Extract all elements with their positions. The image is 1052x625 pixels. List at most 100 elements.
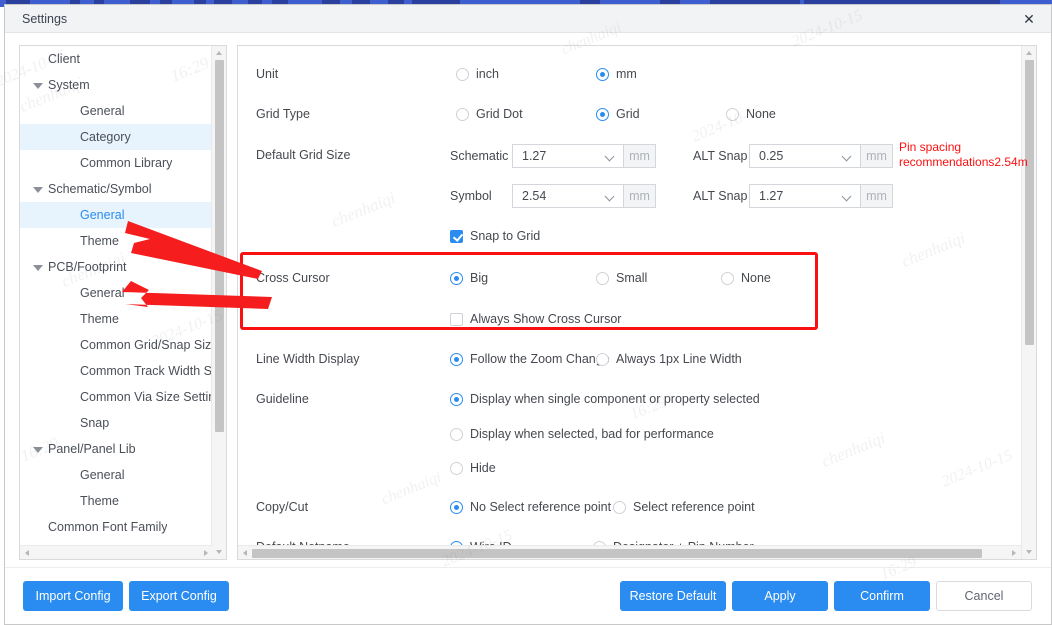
sidebar-item-common-track-width-settin[interactable]: Common Track Width Settin — [20, 358, 212, 384]
sidebar-item-panel-panel-lib[interactable]: Panel/Panel Lib — [20, 436, 212, 462]
radio-cross-cursor-none[interactable]: None — [721, 271, 771, 285]
checkbox-label: Snap to Grid — [470, 229, 541, 243]
sidebar-item-label: System — [48, 78, 90, 92]
scroll-right-icon[interactable] — [1007, 546, 1021, 559]
sidebar-vertical-scrollbar[interactable] — [211, 46, 226, 559]
radio-unit-inch[interactable]: inch — [456, 67, 499, 81]
checkbox-snap-to-grid[interactable]: Snap to Grid — [450, 229, 540, 243]
radio-dot-icon — [450, 392, 463, 406]
scrollbar-thumb[interactable] — [1025, 60, 1034, 345]
restore-default-button[interactable]: Restore Default — [620, 581, 726, 611]
sidebar-item-schematic-symbol[interactable]: Schematic/Symbol — [20, 176, 212, 202]
sidebar-item-label: Common Track Width Settin — [80, 364, 212, 378]
chevron-down-icon[interactable] — [32, 79, 45, 92]
sidebar-item-general[interactable]: General — [20, 462, 212, 488]
settings-dialog: Settings ✕ Client System General Category Co… — [4, 4, 1052, 625]
scroll-up-icon[interactable] — [212, 46, 226, 60]
copy-cut-label: Copy/Cut — [256, 500, 309, 514]
radio-line-width-always-1px[interactable]: Always 1px Line Width — [596, 352, 742, 366]
radio-grid-type-grid-dot[interactable]: Grid Dot — [456, 107, 523, 121]
content-horizontal-scrollbar[interactable] — [238, 545, 1021, 559]
line-width-display-label: Line Width Display — [256, 352, 360, 366]
unit-label: Unit — [256, 67, 279, 81]
sidebar-item-common-grid-snap-size-se[interactable]: Common Grid/Snap Size Se — [20, 332, 212, 358]
chevron-down-icon — [606, 153, 614, 161]
alt-snap-1-select[interactable]: 0.25 — [749, 144, 861, 168]
tree-list[interactable]: Client System General Category Common Librar… — [20, 46, 212, 559]
sidebar-item-general[interactable]: General — [20, 98, 212, 124]
sidebar-item-label: Snap — [80, 416, 110, 430]
radio-copy-cut-no-select-ref[interactable]: No Select reference point — [450, 500, 611, 514]
sidebar-item-general[interactable]: General — [20, 280, 212, 306]
scrollbar-thumb[interactable] — [252, 549, 982, 558]
export-config-button[interactable]: Export Config — [129, 581, 229, 611]
scroll-up-icon[interactable] — [1022, 46, 1036, 60]
radio-unit-mm[interactable]: mm — [596, 67, 637, 81]
sidebar-item-system[interactable]: System — [20, 72, 212, 98]
radio-dot-icon — [596, 352, 609, 366]
radio-dot-icon — [596, 107, 609, 121]
radio-grid-type-none[interactable]: None — [726, 107, 776, 121]
sidebar-item-label: Theme — [80, 312, 119, 326]
radio-label: Display when selected, bad for performan… — [470, 427, 714, 441]
scroll-down-icon[interactable] — [212, 545, 226, 559]
radio-label: None — [746, 107, 776, 121]
sidebar-item-label: PCB/Footprint — [48, 260, 127, 274]
checkbox-always-show-cross-cursor[interactable]: Always Show Cross Cursor — [450, 312, 621, 326]
select-value: 2.54 — [522, 189, 547, 203]
sidebar-item-common-font-family[interactable]: Common Font Family — [20, 514, 212, 540]
scroll-down-icon[interactable] — [1022, 545, 1036, 559]
radio-guideline-when-selected[interactable]: Display when selected, bad for performan… — [450, 427, 714, 441]
radio-cross-cursor-small[interactable]: Small — [596, 271, 647, 285]
sidebar-item-label: Common Via Size Setting — [80, 390, 212, 404]
sidebar-item-theme[interactable]: Theme — [20, 228, 212, 254]
content-vertical-scrollbar[interactable] — [1021, 46, 1036, 559]
row-copy-cut: Copy/Cut No Select reference point Selec… — [238, 493, 1020, 523]
scroll-right-icon[interactable] — [199, 546, 213, 559]
scroll-left-icon[interactable] — [238, 546, 252, 559]
radio-dot-icon — [721, 271, 734, 285]
radio-label: Grid — [616, 107, 640, 121]
sidebar-item-label: Client — [48, 52, 80, 66]
settings-category-tree[interactable]: Client System General Category Common Librar… — [19, 45, 227, 560]
sidebar-item-common-via-size-setting[interactable]: Common Via Size Setting — [20, 384, 212, 410]
sidebar-item-common-library[interactable]: Common Library — [20, 150, 212, 176]
close-icon[interactable]: ✕ — [1017, 8, 1041, 30]
annotation-pin-spacing-note: Pin spacing recommendations2.54m — [899, 140, 1028, 169]
sidebar-item-theme[interactable]: Theme — [20, 306, 212, 332]
schematic-grid-select[interactable]: 1.27 — [512, 144, 624, 168]
sidebar-item-snap[interactable]: Snap — [20, 410, 212, 436]
alt-snap-2-select[interactable]: 1.27 — [749, 184, 861, 208]
sidebar-item-theme[interactable]: Theme — [20, 488, 212, 514]
radio-guideline-single-component[interactable]: Display when single component or propert… — [450, 392, 760, 406]
radio-cross-cursor-big[interactable]: Big — [450, 271, 488, 285]
chevron-down-icon[interactable] — [32, 261, 45, 274]
radio-guideline-hide[interactable]: Hide — [450, 461, 496, 475]
radio-grid-type-grid[interactable]: Grid — [596, 107, 640, 121]
apply-button[interactable]: Apply — [732, 581, 828, 611]
symbol-grid-select[interactable]: 2.54 — [512, 184, 624, 208]
select-value: 1.27 — [759, 189, 784, 203]
import-config-button[interactable]: Import Config — [23, 581, 123, 611]
sidebar-item-client[interactable]: Client — [20, 46, 212, 72]
confirm-button[interactable]: Confirm — [834, 581, 930, 611]
sidebar-item-general[interactable]: General — [20, 202, 212, 228]
cancel-button[interactable]: Cancel — [936, 581, 1032, 611]
sidebar-horizontal-scrollbar[interactable] — [20, 545, 213, 559]
scroll-left-icon[interactable] — [20, 546, 34, 559]
chevron-down-icon[interactable] — [32, 183, 45, 196]
chevron-down-icon[interactable] — [32, 443, 45, 456]
sidebar-item-pcb-footprint[interactable]: PCB/Footprint — [20, 254, 212, 280]
guideline-label: Guideline — [256, 392, 309, 406]
sidebar-item-label: Category — [80, 130, 131, 144]
chevron-down-icon — [843, 193, 851, 201]
scrollbar-thumb[interactable] — [215, 60, 224, 432]
sidebar-item-category[interactable]: Category — [20, 124, 212, 150]
radio-label: None — [741, 271, 771, 285]
radio-line-width-follow-zoom[interactable]: Follow the Zoom Change — [450, 352, 610, 366]
radio-copy-cut-select-ref[interactable]: Select reference point — [613, 500, 755, 514]
